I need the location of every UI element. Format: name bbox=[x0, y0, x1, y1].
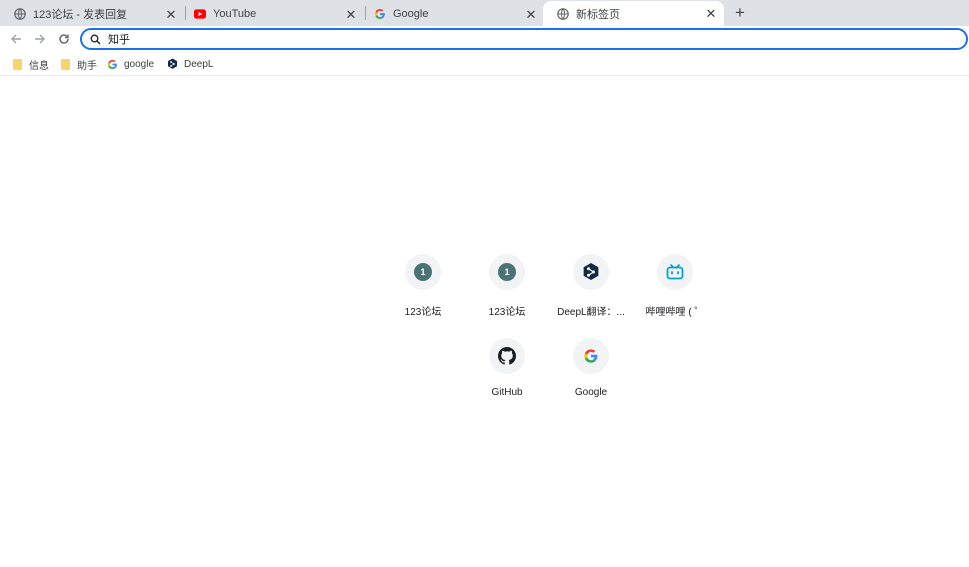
shortcut-label: Google bbox=[574, 387, 608, 398]
bookmark-deepl[interactable]: DeepL bbox=[167, 56, 213, 72]
youtube-icon bbox=[194, 8, 206, 20]
tab-youtube[interactable]: YouTube ✕ bbox=[180, 2, 364, 26]
shortcut-icon-wrap bbox=[489, 338, 525, 374]
shortcut-label: DeepL翻译：... bbox=[557, 307, 625, 318]
forward-button[interactable] bbox=[30, 29, 50, 49]
google-icon bbox=[374, 8, 386, 20]
bookmark-folder-assistant[interactable]: 助手 bbox=[60, 56, 97, 72]
google-icon bbox=[584, 349, 598, 363]
shortcut-123forum-2[interactable]: 1 123论坛 bbox=[465, 254, 549, 338]
globe-icon bbox=[557, 7, 569, 20]
close-icon[interactable]: ✕ bbox=[164, 7, 178, 21]
folder-icon bbox=[60, 58, 71, 70]
bookmark-folder-info[interactable]: 信息 bbox=[12, 56, 49, 72]
shortcut-label: 哔哩哔哩 ( ゜ bbox=[645, 307, 705, 318]
arrow-left-icon bbox=[11, 34, 21, 44]
toolbar bbox=[0, 26, 969, 52]
search-icon bbox=[90, 33, 102, 45]
close-icon[interactable]: ✕ bbox=[704, 7, 718, 21]
tab-123forum[interactable]: 123论坛 - 发表回复 ✕ bbox=[0, 2, 184, 26]
shortcut-icon-wrap bbox=[573, 338, 609, 374]
shortcut-deepl[interactable]: DeepL翻译：... bbox=[549, 254, 633, 338]
folder-icon bbox=[12, 58, 23, 70]
bookmark-label: 信息 bbox=[29, 60, 49, 72]
address-bar[interactable] bbox=[80, 28, 968, 50]
tab-new-tab[interactable]: 新标签页 ✕ bbox=[543, 1, 724, 26]
address-input[interactable] bbox=[108, 33, 808, 45]
globe-icon bbox=[14, 8, 26, 20]
number-1-icon: 1 bbox=[414, 263, 432, 281]
shortcut-icon-wrap bbox=[657, 254, 693, 290]
tab-title: YouTube bbox=[213, 8, 257, 20]
shortcut-123forum[interactable]: 1 123论坛 bbox=[381, 254, 465, 338]
back-button[interactable] bbox=[6, 29, 26, 49]
tab-title: 123论坛 - 发表回复 bbox=[33, 9, 128, 21]
google-icon bbox=[107, 59, 118, 70]
tab-title: 新标签页 bbox=[576, 8, 620, 21]
tab-strip: 123论坛 - 发表回复 ✕ YouTube ✕ Google ✕ 新标签页 ✕… bbox=[0, 0, 969, 26]
github-icon bbox=[498, 347, 516, 365]
shortcut-label: 123论坛 bbox=[488, 307, 526, 318]
bookmark-google[interactable]: google bbox=[107, 56, 154, 72]
shortcut-icon-wrap bbox=[573, 254, 609, 290]
bookmark-label: google bbox=[124, 58, 155, 70]
shortcut-github[interactable]: GitHub bbox=[465, 338, 549, 422]
bookmark-label: DeepL bbox=[184, 58, 214, 70]
tab-google[interactable]: Google ✕ bbox=[360, 2, 544, 26]
shortcut-icon-wrap: 1 bbox=[405, 254, 441, 290]
arrow-right-icon bbox=[35, 34, 45, 44]
shortcut-label: 123论坛 bbox=[404, 307, 442, 318]
reload-icon bbox=[59, 34, 69, 44]
bookmarks-bar: 信息 助手 google DeepL bbox=[0, 52, 969, 76]
shortcut-bilibili[interactable]: 哔哩哔哩 ( ゜ bbox=[633, 254, 717, 338]
close-icon[interactable]: ✕ bbox=[344, 7, 358, 21]
close-icon[interactable]: ✕ bbox=[524, 7, 538, 21]
shortcut-label: GitHub bbox=[491, 387, 523, 398]
shortcut-icon-wrap: 1 bbox=[489, 254, 525, 290]
deepl-icon bbox=[167, 58, 178, 70]
number-1-icon: 1 bbox=[498, 263, 516, 281]
bilibili-icon bbox=[666, 264, 684, 280]
tab-title: Google bbox=[393, 8, 429, 20]
new-tab-button[interactable]: + bbox=[731, 3, 749, 22]
deepl-icon bbox=[583, 263, 599, 281]
shortcut-google[interactable]: Google bbox=[549, 338, 633, 422]
bookmark-label: 助手 bbox=[77, 60, 97, 72]
reload-button[interactable] bbox=[54, 29, 74, 49]
